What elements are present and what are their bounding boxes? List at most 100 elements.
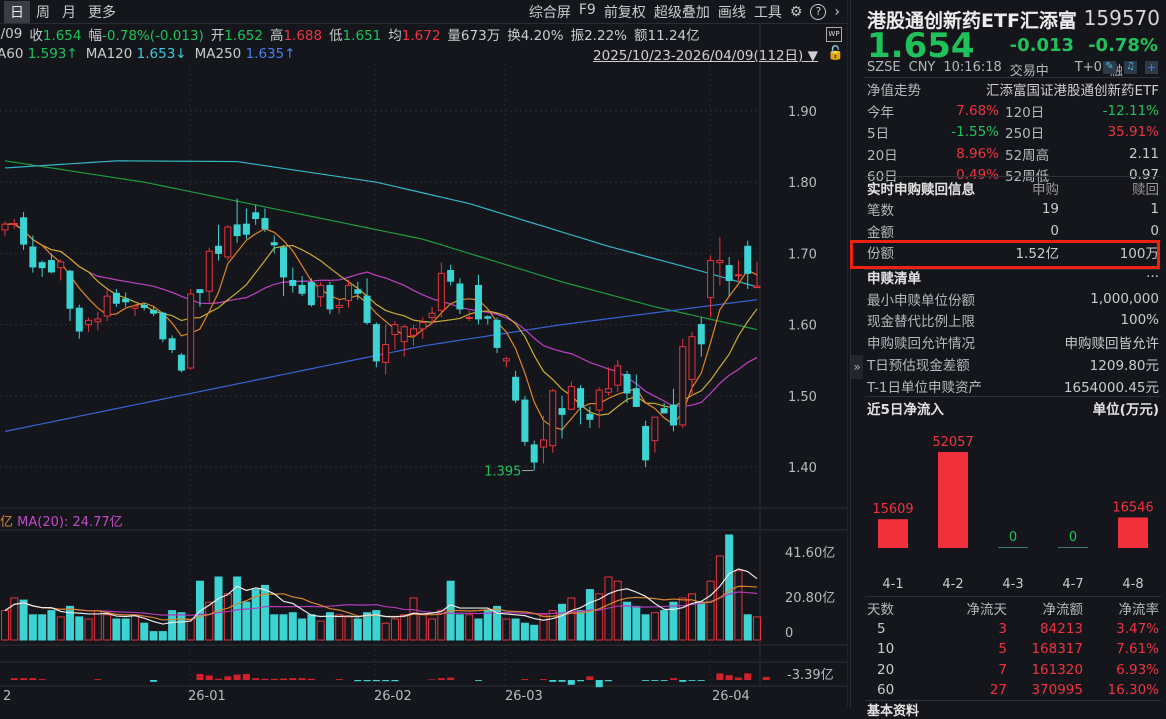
candle[interactable] xyxy=(697,317,705,357)
candle[interactable] xyxy=(623,370,631,403)
candle[interactable] xyxy=(10,219,18,229)
candle[interactable] xyxy=(307,278,315,307)
candle[interactable] xyxy=(474,274,482,325)
candle[interactable] xyxy=(447,264,455,286)
candle[interactable] xyxy=(112,289,120,307)
candle[interactable] xyxy=(363,278,371,325)
candle[interactable] xyxy=(261,208,269,233)
net-flow-bar xyxy=(642,680,650,681)
candle[interactable] xyxy=(122,292,130,307)
toolbar-button[interactable]: 超级叠加 xyxy=(654,2,710,22)
candle[interactable] xyxy=(103,289,111,322)
candle[interactable] xyxy=(549,388,557,453)
candle[interactable] xyxy=(224,224,232,261)
candle[interactable] xyxy=(20,212,28,250)
candle[interactable] xyxy=(688,331,696,396)
candle[interactable] xyxy=(521,395,529,446)
date-range-selector[interactable]: 2025/10/23-2026/04/09(112日) ▼ xyxy=(593,44,818,64)
candle[interactable] xyxy=(159,311,167,343)
net-flow-bar xyxy=(577,680,585,682)
flow-cell: 10 xyxy=(877,641,895,658)
candle[interactable] xyxy=(437,262,445,318)
candle[interactable] xyxy=(530,440,538,471)
candle[interactable] xyxy=(38,260,46,277)
candle[interactable] xyxy=(131,304,139,317)
candle[interactable] xyxy=(679,338,687,428)
candle[interactable] xyxy=(614,360,622,393)
candle[interactable] xyxy=(632,374,640,407)
candle[interactable] xyxy=(391,321,399,350)
more-button[interactable]: ··· xyxy=(1146,269,1159,285)
candle[interactable] xyxy=(215,224,223,261)
candle[interactable] xyxy=(85,317,93,332)
candle[interactable] xyxy=(567,381,575,411)
candle[interactable] xyxy=(409,324,417,346)
candle[interactable] xyxy=(660,402,668,414)
candle[interactable] xyxy=(75,304,83,339)
add-icon[interactable]: + xyxy=(1145,61,1158,74)
candle[interactable] xyxy=(66,269,74,322)
candle[interactable] xyxy=(642,420,650,467)
candle[interactable] xyxy=(233,198,241,243)
toolbar-button[interactable]: 画线 xyxy=(718,2,746,22)
toolbar-button[interactable]: F9 xyxy=(579,2,596,22)
wp-icon[interactable]: WP xyxy=(826,27,842,42)
candle[interactable] xyxy=(502,356,510,368)
candle[interactable] xyxy=(484,315,492,325)
toolbar-button[interactable]: 前复权 xyxy=(604,2,646,22)
candle[interactable] xyxy=(539,415,547,464)
toolbar-button[interactable]: 综合屏 xyxy=(529,2,571,22)
candle[interactable] xyxy=(168,335,176,354)
candle[interactable] xyxy=(734,260,742,282)
chevron-right-icon[interactable]: › xyxy=(834,4,840,20)
candle[interactable] xyxy=(744,240,752,289)
candle[interactable] xyxy=(493,317,501,354)
candle[interactable] xyxy=(242,208,250,240)
nav-title[interactable]: 净值走势 xyxy=(867,79,921,99)
candle[interactable] xyxy=(753,261,761,289)
edit-icon[interactable]: ✎ xyxy=(1103,61,1116,74)
candle[interactable] xyxy=(335,299,343,314)
candle[interactable] xyxy=(372,322,380,368)
candle[interactable] xyxy=(558,395,566,439)
candle[interactable] xyxy=(595,387,603,428)
quote-field: 额11.24亿 xyxy=(634,24,700,44)
candle[interactable] xyxy=(326,281,334,314)
candle[interactable] xyxy=(252,204,260,225)
gear-icon[interactable]: ⚙ xyxy=(790,4,803,20)
period-tab[interactable]: 日 xyxy=(4,0,30,23)
price-tick: 1.50 xyxy=(788,390,817,405)
candle[interactable] xyxy=(651,416,659,453)
candle[interactable] xyxy=(400,324,408,357)
toolbar-button[interactable]: 工具 xyxy=(754,2,782,22)
candle[interactable] xyxy=(94,311,102,331)
candle[interactable] xyxy=(1,221,9,236)
collapse-handle[interactable]: » xyxy=(851,355,863,379)
candle[interactable] xyxy=(57,259,65,281)
help-icon[interactable]: ? xyxy=(810,3,827,20)
candle[interactable] xyxy=(577,385,585,425)
period-tab[interactable]: 更多 xyxy=(82,1,122,23)
candle[interactable] xyxy=(456,278,464,314)
candle[interactable] xyxy=(177,353,185,373)
alert-icon[interactable]: ♫ xyxy=(1124,61,1137,74)
candle[interactable] xyxy=(604,367,612,396)
candle[interactable] xyxy=(298,276,306,297)
candle[interactable] xyxy=(196,289,204,307)
candle[interactable] xyxy=(289,267,297,293)
period-tab[interactable]: 月 xyxy=(56,1,82,23)
candle[interactable] xyxy=(280,244,288,297)
candle[interactable] xyxy=(205,247,213,304)
candle[interactable] xyxy=(512,370,520,403)
period-tab[interactable]: 周 xyxy=(30,1,56,23)
candle[interactable] xyxy=(317,281,325,307)
candle[interactable] xyxy=(707,255,715,318)
candle[interactable] xyxy=(187,289,195,370)
flow-col: 净流率 xyxy=(1118,602,1160,619)
candle[interactable] xyxy=(669,388,677,432)
candle[interactable] xyxy=(725,256,733,297)
candle[interactable] xyxy=(716,237,724,286)
kline-chart[interactable]: 1.90 1.80 1.70 1.60 1.50 1.40 1.395 41.60亿 20.80… xyxy=(0,0,848,708)
lock-icon[interactable]: 🔓 xyxy=(827,45,844,61)
candle[interactable] xyxy=(382,324,390,375)
